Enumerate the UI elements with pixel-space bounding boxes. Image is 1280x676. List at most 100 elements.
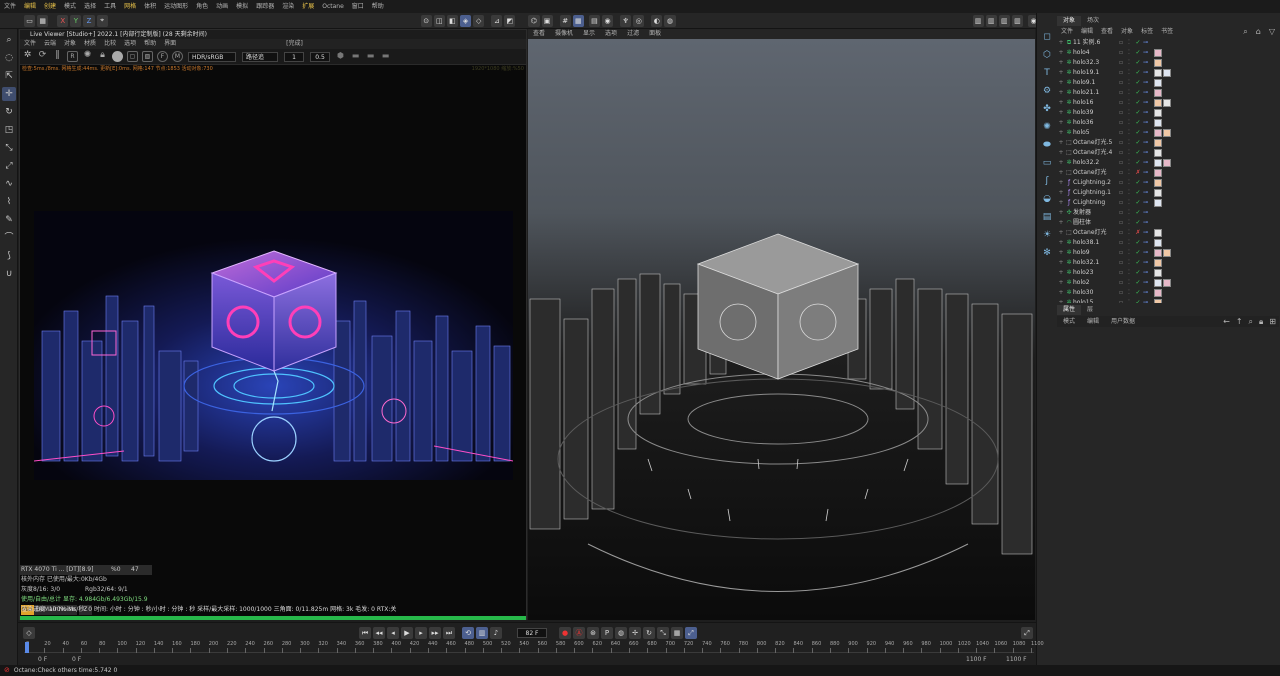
value2-field[interactable]: 0.5 — [310, 51, 330, 62]
menu-item-15[interactable]: Octane — [318, 0, 348, 13]
menu-item-9[interactable]: 角色 — [192, 0, 212, 13]
visibility-dots-icon[interactable]: ⁚ — [1125, 198, 1133, 208]
box3-icon[interactable]: ▬ — [380, 51, 391, 62]
expand-icon[interactable]: + — [1057, 188, 1065, 198]
undo-icon[interactable]: ▭ — [24, 14, 36, 27]
vp-menu-filter[interactable]: 过滤 — [622, 29, 644, 39]
send-scene-icon[interactable]: ✲ — [22, 51, 33, 62]
material-tag-icon[interactable] — [1154, 179, 1162, 187]
enabled-check-icon[interactable]: ✓ — [1133, 178, 1143, 188]
snap-icon[interactable]: ⊿ — [491, 14, 503, 27]
text-icon[interactable]: T — [1040, 66, 1054, 80]
material-tag-icon[interactable] — [1154, 239, 1162, 247]
object-row[interactable]: + ✲ holo2 ▫ ⁚ ✓ ⊸ — [1057, 278, 1279, 288]
enabled-check-icon[interactable]: ✓ — [1133, 118, 1143, 128]
redo-icon[interactable]: ▦ — [37, 14, 49, 27]
deformer-icon[interactable]: ✺ — [1040, 120, 1054, 134]
layer-icon[interactable]: ▫ — [1117, 168, 1125, 178]
attr-new-icon[interactable]: ⊞ — [1266, 316, 1279, 327]
prev-frame-icon[interactable]: ◂ — [387, 627, 399, 639]
enabled-check-icon[interactable]: ✓ — [1133, 248, 1143, 258]
hair-icon[interactable]: ✻ — [1040, 246, 1054, 260]
menu-item-4[interactable]: 选择 — [80, 0, 100, 13]
lock-viewer-icon[interactable]: 🔒︎ — [97, 51, 108, 62]
material-tag-icon[interactable] — [1154, 169, 1162, 177]
knife-icon[interactable]: ⌇ — [2, 195, 16, 209]
object-name[interactable]: 发射器 — [1073, 208, 1117, 218]
expand-icon[interactable]: + — [1057, 138, 1065, 148]
key-move-icon[interactable]: ✢ — [629, 627, 641, 639]
film4-icon[interactable]: ▥ — [1011, 14, 1023, 27]
enabled-check-icon[interactable]: ✓ — [1133, 58, 1143, 68]
vp-menu-display[interactable]: 显示 — [578, 29, 600, 39]
visibility-dots-icon[interactable]: ⁚ — [1125, 178, 1133, 188]
phong-tag-icon[interactable]: ⊸ — [1143, 88, 1153, 98]
enabled-check-icon[interactable]: ✓ — [1133, 68, 1143, 78]
magnet-icon[interactable]: ∪ — [2, 267, 16, 281]
menu-item-2[interactable]: 创建 — [40, 0, 60, 13]
enabled-check-icon[interactable]: ✓ — [1133, 268, 1143, 278]
edge-mode-icon[interactable]: ◫ — [433, 14, 445, 27]
scale-icon[interactable]: ◳ — [2, 123, 16, 137]
material-tag-icon[interactable] — [1154, 109, 1162, 117]
menu-item-17[interactable]: 帮助 — [368, 0, 388, 13]
object-row[interactable]: + ⧉ 11 实例.6 ▫ ⁚ ✓ ⊸ — [1057, 38, 1279, 48]
menu-item-16[interactable]: 窗口 — [348, 0, 368, 13]
start-frame-b[interactable]: 0 F — [72, 654, 81, 665]
object-row[interactable]: + ⬚ Octane灯光.4 ▫ ⁚ ✓ ⊸ — [1057, 148, 1279, 158]
object-name[interactable]: holo9.1 — [1073, 78, 1117, 88]
object-row[interactable]: + ◠ 圆柱体 ▫ ⁚ ✓ ⊸ — [1057, 218, 1279, 228]
visibility-dots-icon[interactable]: ⁚ — [1125, 128, 1133, 138]
polygon-mode-icon[interactable]: ◧ — [446, 14, 458, 27]
film-icon[interactable]: ▥ — [972, 14, 984, 27]
phong-tag-icon[interactable]: ⊸ — [1143, 188, 1153, 198]
layer-icon[interactable]: ▫ — [1117, 128, 1125, 138]
enabled-check-icon[interactable]: ✓ — [1133, 238, 1143, 248]
object-name[interactable]: holo2 — [1073, 278, 1117, 288]
object-row[interactable]: + ✲ holo23 ▫ ⁚ ✓ ⊸ — [1057, 268, 1279, 278]
phong-tag-icon[interactable]: ⊸ — [1143, 158, 1153, 168]
material-tag-icon[interactable] — [1154, 139, 1162, 147]
layer-icon[interactable]: ▫ — [1117, 198, 1125, 208]
object-name[interactable]: holo21.1 — [1073, 88, 1117, 98]
camera-icon[interactable]: ⬢ — [335, 51, 346, 62]
tab-layers[interactable]: 层 — [1081, 305, 1099, 315]
next-key-icon[interactable]: ▸▸ — [429, 627, 441, 639]
phong-tag-icon[interactable]: ⊸ — [1143, 58, 1153, 68]
enabled-check-icon[interactable]: ✓ — [1133, 158, 1143, 168]
enabled-check-icon[interactable]: ✓ — [1133, 258, 1143, 268]
render-mode-select[interactable]: 路径追 — [242, 51, 278, 62]
lv-menu-objects[interactable]: 对象 — [60, 39, 80, 49]
phong-tag-icon[interactable]: ⊸ — [1143, 68, 1153, 78]
expand-icon[interactable]: + — [1057, 258, 1065, 268]
expand-icon[interactable]: + — [1057, 238, 1065, 248]
material-icon[interactable]: M — [172, 51, 183, 62]
visibility-dots-icon[interactable]: ⁚ — [1125, 258, 1133, 268]
layer-icon[interactable]: ▫ — [1117, 68, 1125, 78]
visibility-dots-icon[interactable]: ⁚ — [1125, 218, 1133, 228]
render-view-icon[interactable]: ▤ — [588, 14, 600, 27]
om-filter-icon[interactable]: ▽ — [1265, 27, 1279, 37]
material-tag-icon[interactable] — [1163, 99, 1171, 107]
attr-search-icon[interactable]: ⌕ — [1246, 316, 1256, 327]
material-tag-icon[interactable] — [1163, 159, 1171, 167]
layer-icon[interactable]: ▫ — [1117, 268, 1125, 278]
expand-icon[interactable]: + — [1057, 58, 1065, 68]
picture-viewer-icon[interactable]: ◍ — [664, 14, 676, 27]
phong-tag-icon[interactable]: ⊸ — [1143, 258, 1153, 268]
object-row[interactable]: + ✲ holo15 ▫ ⁚ ✓ ⊸ — [1057, 298, 1279, 303]
enabled-check-icon[interactable]: ✓ — [1133, 288, 1143, 298]
enabled-check-icon[interactable]: ✓ — [1133, 108, 1143, 118]
phong-tag-icon[interactable]: ⊸ — [1143, 38, 1153, 48]
menu-item-11[interactable]: 模拟 — [232, 0, 252, 13]
menu-item-13[interactable]: 渲染 — [278, 0, 298, 13]
material-tag-icon[interactable] — [1154, 159, 1162, 167]
object-name[interactable]: holo5 — [1073, 128, 1117, 138]
object-name[interactable]: holo15 — [1073, 298, 1117, 303]
move-icon[interactable]: ✛ — [2, 87, 16, 101]
object-name[interactable]: holo32.3 — [1073, 58, 1117, 68]
expand-icon[interactable]: + — [1057, 268, 1065, 278]
menu-item-1[interactable]: 编辑 — [20, 0, 40, 13]
object-name[interactable]: CLightning.2 — [1073, 178, 1117, 188]
layer-icon[interactable]: ▫ — [1117, 258, 1125, 268]
